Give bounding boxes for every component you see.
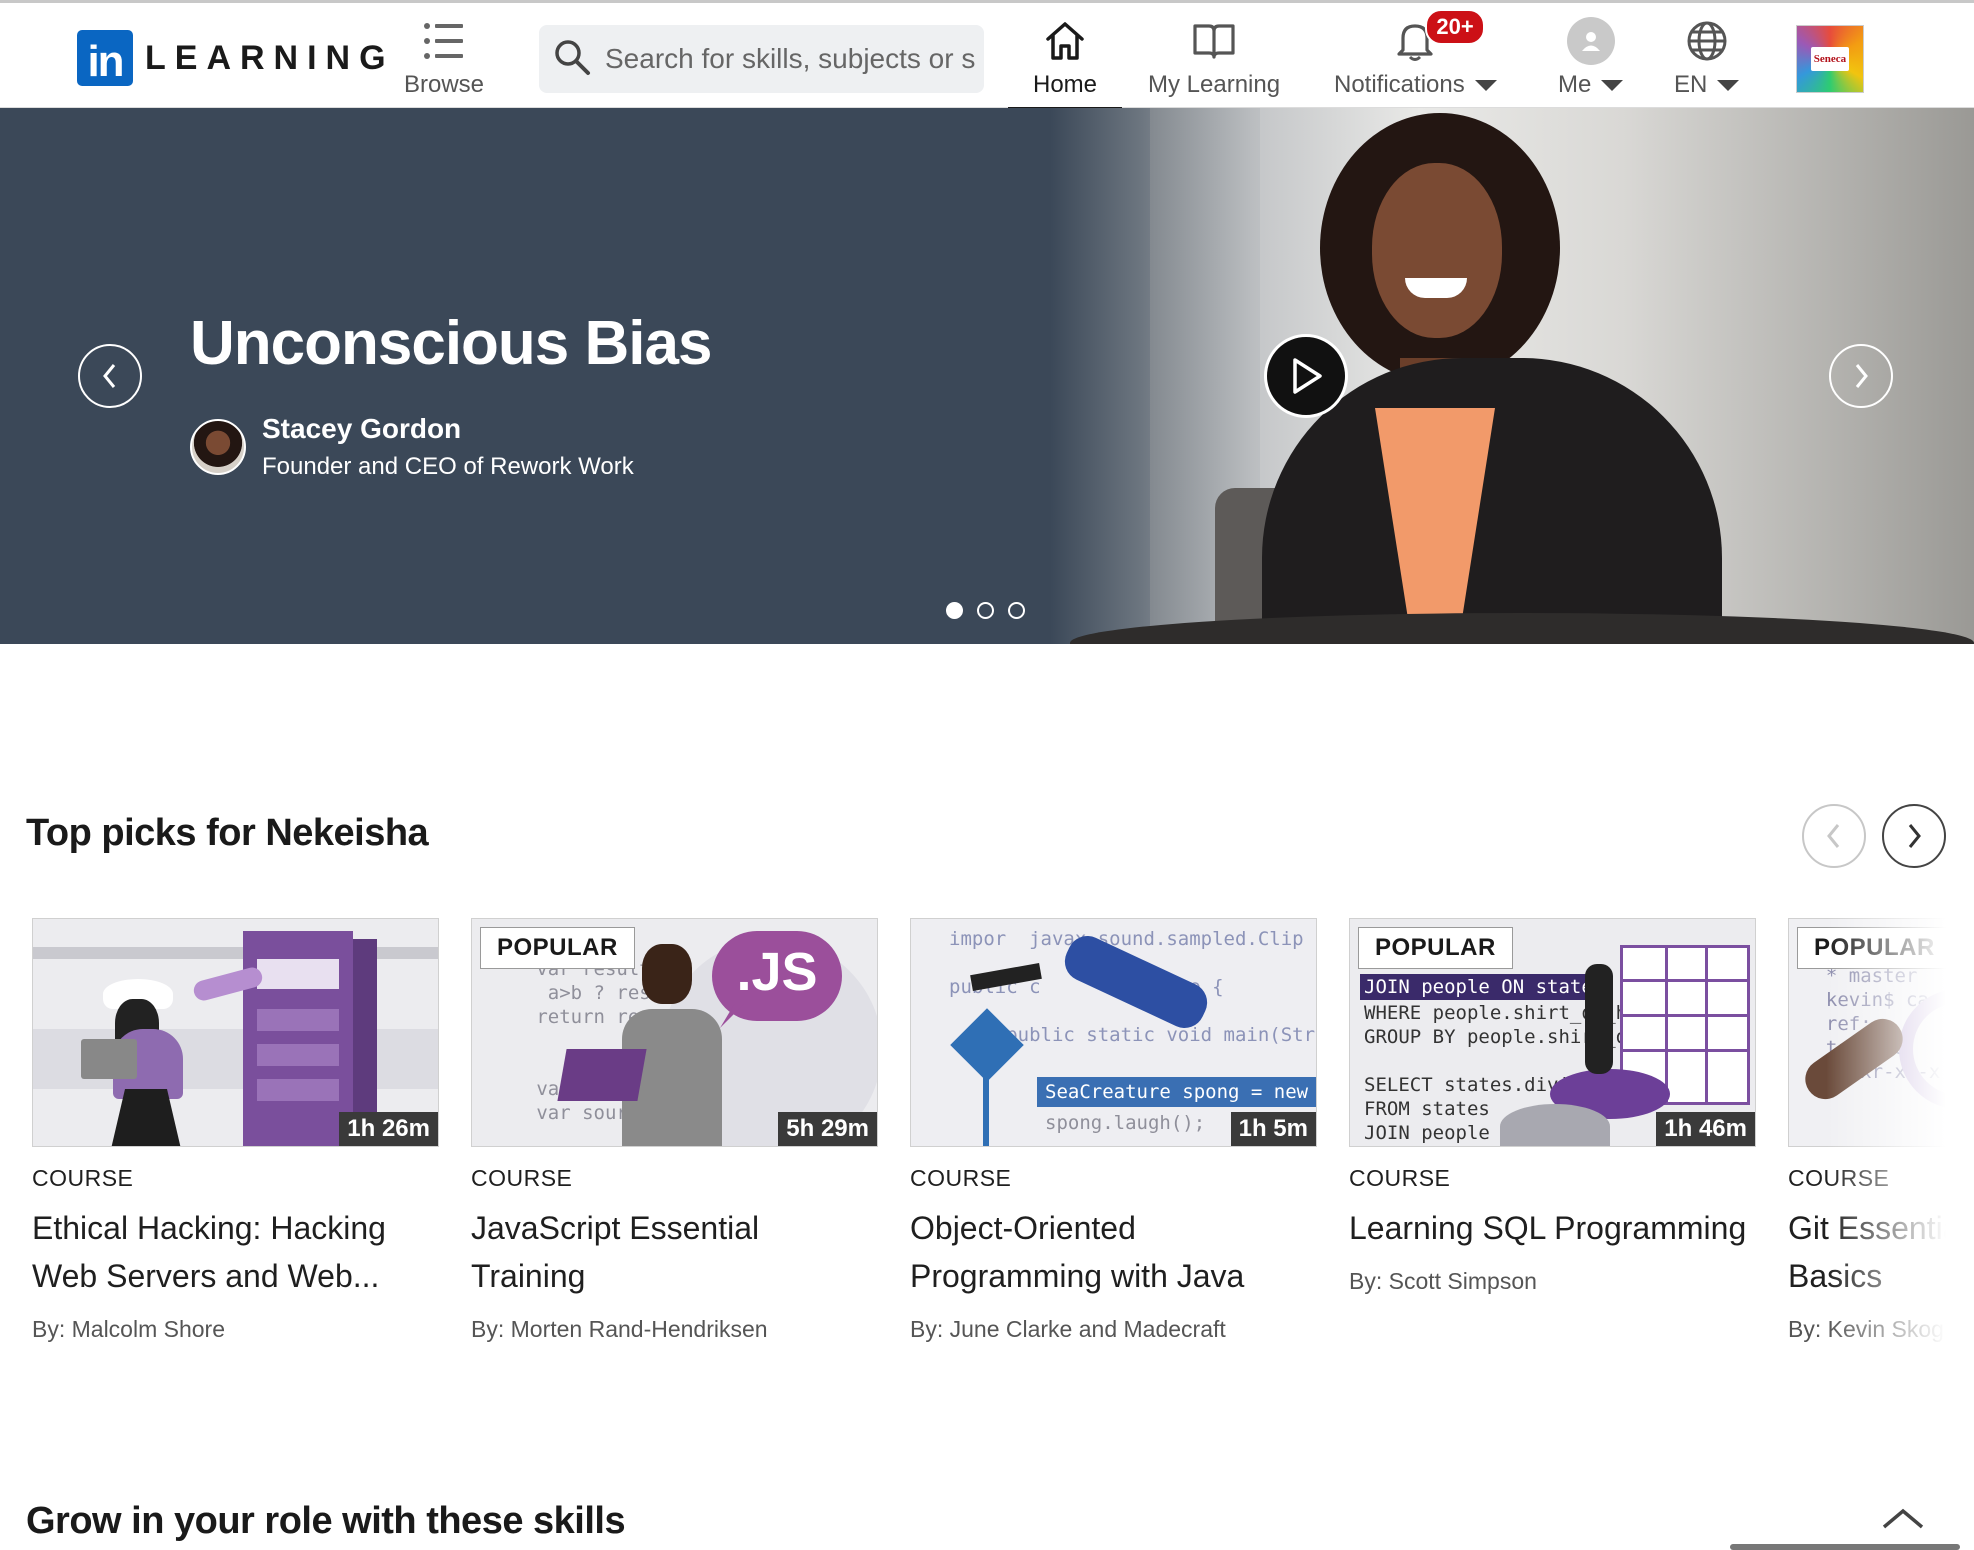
course-duration: 1h 46m xyxy=(1656,1112,1755,1146)
course-thumbnail[interactable]: 1h 26m xyxy=(32,918,439,1147)
course-thumbnail[interactable]: * master kevin$ ca ref: total 8 drwxr-xr… xyxy=(1788,918,1946,1147)
course-author: By: June Clarke and Madecraft xyxy=(910,1316,1226,1342)
popular-badge: POPULAR xyxy=(1797,927,1946,969)
home-icon xyxy=(1044,17,1086,65)
popular-badge: POPULAR xyxy=(480,927,635,969)
language-selector[interactable]: EN xyxy=(1674,17,1740,107)
course-title[interactable]: Object-Oriented Programming with Java xyxy=(910,1204,1317,1300)
carousel-previous-button[interactable] xyxy=(78,344,142,408)
nav-home[interactable]: Home xyxy=(1007,17,1123,111)
content-type-label: COURSE xyxy=(471,1165,573,1191)
carousel-dot-3[interactable] xyxy=(1008,602,1025,619)
course-card[interactable]: 1h 26m COURSE Ethical Hacking: Hacking W… xyxy=(32,918,439,1343)
hero-course-title[interactable]: Unconscious Bias xyxy=(190,308,712,379)
content-type-label: COURSE xyxy=(1349,1165,1451,1191)
carousel-indicators xyxy=(946,602,1025,619)
course-author: By: Morten Rand-Hendriksen xyxy=(471,1316,768,1342)
nav-notifications[interactable]: 20+ Notifications xyxy=(1334,9,1497,107)
browse-button[interactable]: Browse xyxy=(404,17,484,107)
chevron-down-icon xyxy=(1717,79,1740,91)
chevron-right-icon xyxy=(1855,364,1868,388)
course-duration: 1h 26m xyxy=(339,1112,438,1146)
book-icon xyxy=(1192,17,1236,65)
carousel-next-button[interactable] xyxy=(1829,344,1893,408)
linkedin-in-icon: in xyxy=(77,30,133,86)
chevron-right-icon xyxy=(1908,824,1921,848)
browse-label: Browse xyxy=(404,71,485,98)
course-title[interactable]: Learning SQL Programming xyxy=(1349,1204,1756,1252)
me-label: Me xyxy=(1558,71,1592,98)
scrollbar[interactable] xyxy=(1730,1544,1960,1550)
content-type-label: COURSE xyxy=(1788,1165,1890,1191)
course-duration: 1h 5m xyxy=(1230,1112,1316,1146)
author-name: Stacey Gordon xyxy=(262,413,462,444)
carousel-dot-1[interactable] xyxy=(946,602,963,619)
content-type-label: COURSE xyxy=(910,1165,1012,1191)
chevron-left-icon xyxy=(103,364,116,388)
thumbnail-js-text: .JS xyxy=(736,942,818,1002)
collapse-section-button[interactable] xyxy=(1880,1505,1926,1536)
course-card[interactable]: impor javax.sound.sampled.Clip public c … xyxy=(910,918,1317,1343)
search-bar[interactable] xyxy=(539,25,984,93)
course-card[interactable]: * master kevin$ ca ref: total 8 drwxr-xr… xyxy=(1788,918,1946,1343)
chevron-up-icon xyxy=(1882,1508,1924,1529)
carousel-dot-2[interactable] xyxy=(977,602,994,619)
author-role: Founder and CEO of Rework Work xyxy=(262,453,634,480)
notifications-label: Notifications xyxy=(1334,71,1465,98)
course-duration: 5h 29m xyxy=(778,1112,877,1146)
play-icon xyxy=(1293,358,1322,394)
search-input[interactable] xyxy=(605,43,975,75)
logo-wordmark: LEARNING xyxy=(145,38,395,77)
author-avatar xyxy=(190,419,246,475)
chevron-down-icon xyxy=(1601,79,1624,91)
course-thumbnail[interactable]: impor javax.sound.sampled.Clip public c … xyxy=(910,918,1317,1147)
notification-count-badge: 20+ xyxy=(1425,9,1485,45)
course-author: By: Kevin Skoglund xyxy=(1788,1316,1946,1342)
play-button[interactable] xyxy=(1264,334,1348,418)
avatar xyxy=(1566,17,1615,65)
course-thumbnail[interactable]: JOIN people ON states. WHERE people.shir… xyxy=(1349,918,1756,1147)
course-thumbnail[interactable]: var result a>b ? resul return re var var… xyxy=(471,918,878,1147)
course-author: By: Malcolm Shore xyxy=(32,1316,226,1342)
course-title[interactable]: Ethical Hacking: Hacking Web Servers and… xyxy=(32,1204,439,1300)
course-title[interactable]: JavaScript Essential Training xyxy=(471,1204,878,1300)
globe-icon xyxy=(1686,17,1728,65)
course-card[interactable]: var result a>b ? resul return re var var… xyxy=(471,918,878,1343)
top-picks-carousel: 1h 26m COURSE Ethical Hacking: Hacking W… xyxy=(32,918,1946,1358)
nav-my-learning[interactable]: My Learning xyxy=(1148,17,1280,107)
featured-course-carousel: Unconscious Bias Stacey Gordon Founder a… xyxy=(0,108,1974,644)
top-picks-previous-button[interactable] xyxy=(1802,804,1866,868)
home-label: Home xyxy=(1033,71,1098,98)
bell-icon: 20+ xyxy=(1395,9,1485,65)
language-label: EN xyxy=(1674,71,1708,98)
chevron-left-icon xyxy=(1827,824,1840,848)
top-picks-heading: Top picks for Nekeisha xyxy=(26,812,429,854)
top-picks-next-button[interactable] xyxy=(1882,804,1946,868)
hero-author: Stacey Gordon Founder and CEO of Rework … xyxy=(190,413,634,481)
course-card[interactable]: JOIN people ON states. WHERE people.shir… xyxy=(1349,918,1756,1295)
content-type-label: COURSE xyxy=(32,1165,134,1191)
course-title[interactable]: Git Essentials Basics xyxy=(1788,1204,1946,1300)
search-icon xyxy=(553,38,591,81)
list-icon xyxy=(423,17,465,65)
linkedin-learning-logo[interactable]: in LEARNING xyxy=(77,28,395,88)
chevron-down-icon xyxy=(1474,79,1497,91)
my-learning-label: My Learning xyxy=(1148,71,1281,98)
popular-badge: POPULAR xyxy=(1358,927,1513,969)
organization-logo[interactable]: Seneca xyxy=(1796,25,1864,93)
course-author: By: Scott Simpson xyxy=(1349,1268,1537,1294)
nav-me[interactable]: Me xyxy=(1558,17,1624,107)
grow-skills-heading: Grow in your role with these skills xyxy=(26,1500,626,1542)
top-nav-bar: in LEARNING Browse Home My Learning 20+ … xyxy=(0,3,1974,111)
